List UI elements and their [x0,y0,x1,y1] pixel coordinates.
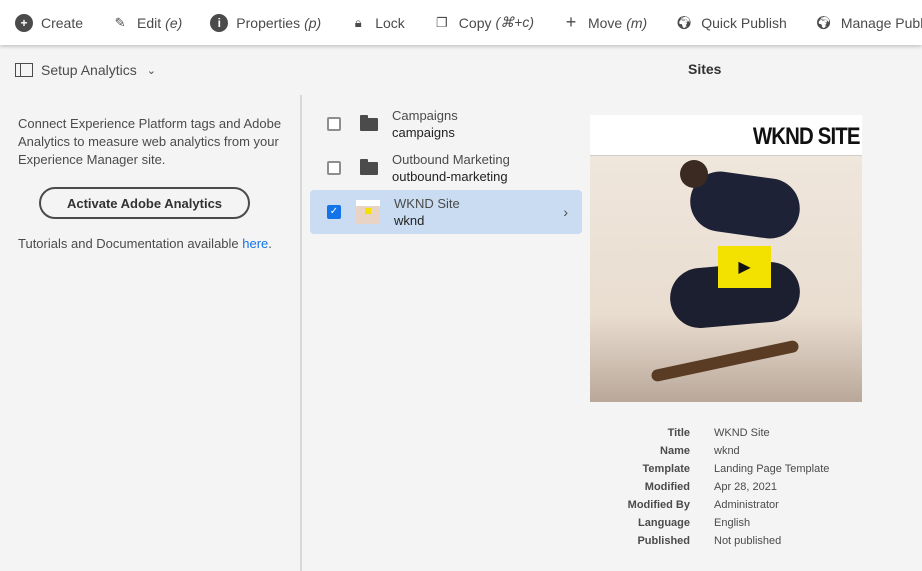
column-list: Campaigns campaigns Outbound Marketing out… [310,102,582,234]
pencil-icon: ✎ [114,14,126,30]
move-button[interactable]: + Move (m) [562,12,648,32]
lock-button[interactable]: 🔒︎ Lock [349,14,405,32]
checkbox-checked[interactable]: ✓ [327,205,341,219]
page-title: Sites [688,61,722,77]
folder-icon [360,114,378,131]
globe-clock-icon: 🌍︎ [815,14,833,30]
move-icon: + [565,12,577,32]
analytics-rail: Connect Experience Platform tags and Ado… [0,95,302,571]
activate-analytics-button[interactable]: Activate Adobe Analytics [39,187,250,219]
play-icon[interactable]: ▶ [718,246,771,288]
rail-description: Connect Experience Platform tags and Ado… [18,116,282,167]
sub-header: Setup Analytics ⌄ Sites [0,45,922,95]
edit-button[interactable]: ✎ Edit (e) [111,14,183,32]
copy-button[interactable]: ❐ Copy (⌘+c) [433,14,534,32]
tutorial-link[interactable]: here [242,236,268,251]
list-item[interactable]: Outbound Marketing outbound-marketing [310,146,582,190]
list-item[interactable]: Campaigns campaigns [310,102,582,146]
site-thumbnail [356,200,380,224]
rail-icon [15,63,33,77]
plus-circle-icon: + [15,13,33,32]
create-button[interactable]: + Create [15,13,83,32]
globe-icon: 🌍︎ [675,14,693,30]
action-bar: + Create ✎ Edit (e) i Properties (p) 🔒︎ Lock ❐… [0,0,922,45]
tutorial-text: Tutorials and Documentation available he… [18,236,272,251]
wknd-logo: WKND SITE [753,123,861,150]
quick-publish-button[interactable]: 🌍︎ Quick Publish [675,14,787,32]
copy-icon: ❐ [435,14,448,30]
chevron-down-icon: ⌄ [146,64,156,77]
skateboard [650,339,800,383]
list-item-selected[interactable]: ✓ WKND Site wknd › [310,190,582,234]
checkbox[interactable] [327,161,341,175]
properties-list: Title WKND Site Name wknd Template Landing … [627,427,830,547]
properties-button[interactable]: i Properties (p) [210,13,321,32]
rail-selector[interactable]: Setup Analytics ⌄ [15,62,156,78]
site-preview-image: WKND SITE ▶ [590,115,862,402]
folder-icon [360,158,378,175]
skater-head [680,160,708,188]
info-icon: i [210,13,229,32]
manage-publication-button[interactable]: 🌍︎Manage Publication [815,14,922,32]
chevron-right-icon[interactable]: › [563,204,568,220]
checkbox[interactable] [327,117,341,131]
lock-icon: 🔒︎ [354,14,362,30]
